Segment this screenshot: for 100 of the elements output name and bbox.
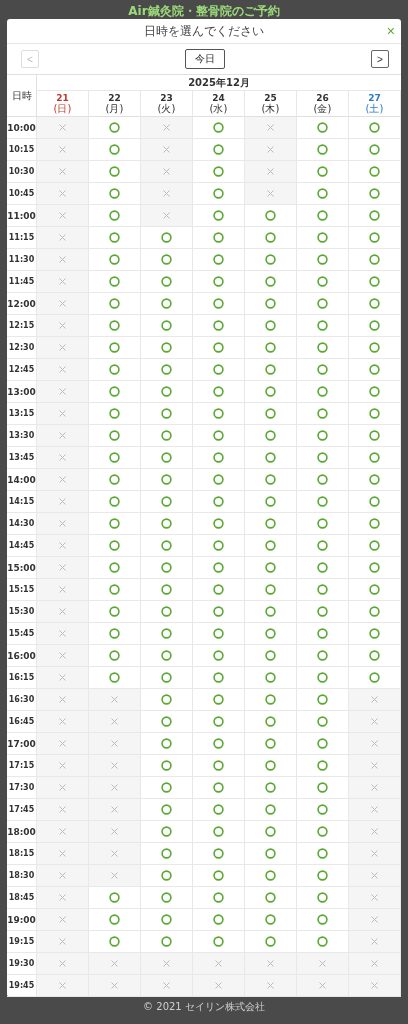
available-slot[interactable] <box>297 139 349 161</box>
available-slot[interactable] <box>141 909 193 931</box>
available-slot[interactable] <box>141 711 193 733</box>
available-slot[interactable] <box>245 293 297 315</box>
available-slot[interactable] <box>349 491 401 513</box>
available-slot[interactable] <box>245 359 297 381</box>
available-slot[interactable] <box>141 623 193 645</box>
available-slot[interactable] <box>245 227 297 249</box>
available-slot[interactable] <box>193 645 245 667</box>
available-slot[interactable] <box>349 139 401 161</box>
available-slot[interactable] <box>245 403 297 425</box>
available-slot[interactable] <box>297 557 349 579</box>
available-slot[interactable] <box>141 249 193 271</box>
available-slot[interactable] <box>297 381 349 403</box>
available-slot[interactable] <box>193 777 245 799</box>
available-slot[interactable] <box>193 601 245 623</box>
available-slot[interactable] <box>297 667 349 689</box>
available-slot[interactable] <box>193 205 245 227</box>
available-slot[interactable] <box>141 425 193 447</box>
available-slot[interactable] <box>297 161 349 183</box>
available-slot[interactable] <box>245 271 297 293</box>
available-slot[interactable] <box>349 513 401 535</box>
available-slot[interactable] <box>89 645 141 667</box>
available-slot[interactable] <box>89 513 141 535</box>
available-slot[interactable] <box>89 491 141 513</box>
available-slot[interactable] <box>297 513 349 535</box>
available-slot[interactable] <box>89 381 141 403</box>
available-slot[interactable] <box>89 579 141 601</box>
available-slot[interactable] <box>89 315 141 337</box>
available-slot[interactable] <box>193 799 245 821</box>
available-slot[interactable] <box>193 293 245 315</box>
available-slot[interactable] <box>89 249 141 271</box>
available-slot[interactable] <box>193 227 245 249</box>
available-slot[interactable] <box>297 645 349 667</box>
available-slot[interactable] <box>193 513 245 535</box>
available-slot[interactable] <box>245 843 297 865</box>
available-slot[interactable] <box>349 117 401 139</box>
available-slot[interactable] <box>245 623 297 645</box>
available-slot[interactable] <box>193 667 245 689</box>
available-slot[interactable] <box>245 557 297 579</box>
available-slot[interactable] <box>297 249 349 271</box>
available-slot[interactable] <box>245 381 297 403</box>
available-slot[interactable] <box>141 381 193 403</box>
available-slot[interactable] <box>193 337 245 359</box>
available-slot[interactable] <box>89 425 141 447</box>
available-slot[interactable] <box>297 205 349 227</box>
available-slot[interactable] <box>349 249 401 271</box>
available-slot[interactable] <box>141 557 193 579</box>
available-slot[interactable] <box>297 337 349 359</box>
available-slot[interactable] <box>297 117 349 139</box>
available-slot[interactable] <box>349 557 401 579</box>
available-slot[interactable] <box>89 227 141 249</box>
available-slot[interactable] <box>245 865 297 887</box>
available-slot[interactable] <box>245 601 297 623</box>
available-slot[interactable] <box>349 623 401 645</box>
available-slot[interactable] <box>193 359 245 381</box>
available-slot[interactable] <box>141 887 193 909</box>
available-slot[interactable] <box>349 183 401 205</box>
available-slot[interactable] <box>141 227 193 249</box>
available-slot[interactable] <box>245 337 297 359</box>
available-slot[interactable] <box>245 887 297 909</box>
available-slot[interactable] <box>297 271 349 293</box>
available-slot[interactable] <box>245 755 297 777</box>
available-slot[interactable] <box>193 447 245 469</box>
available-slot[interactable] <box>141 337 193 359</box>
available-slot[interactable] <box>141 799 193 821</box>
available-slot[interactable] <box>89 623 141 645</box>
next-week-button[interactable]: > <box>371 50 389 68</box>
available-slot[interactable] <box>245 249 297 271</box>
available-slot[interactable] <box>245 315 297 337</box>
available-slot[interactable] <box>141 667 193 689</box>
available-slot[interactable] <box>141 491 193 513</box>
available-slot[interactable] <box>89 557 141 579</box>
available-slot[interactable] <box>193 381 245 403</box>
available-slot[interactable] <box>349 205 401 227</box>
available-slot[interactable] <box>141 403 193 425</box>
available-slot[interactable] <box>141 315 193 337</box>
available-slot[interactable] <box>245 645 297 667</box>
available-slot[interactable] <box>297 293 349 315</box>
available-slot[interactable] <box>141 447 193 469</box>
available-slot[interactable] <box>193 535 245 557</box>
available-slot[interactable] <box>297 469 349 491</box>
available-slot[interactable] <box>141 271 193 293</box>
available-slot[interactable] <box>193 865 245 887</box>
available-slot[interactable] <box>193 315 245 337</box>
available-slot[interactable] <box>193 755 245 777</box>
available-slot[interactable] <box>141 755 193 777</box>
available-slot[interactable] <box>89 403 141 425</box>
available-slot[interactable] <box>141 733 193 755</box>
available-slot[interactable] <box>297 403 349 425</box>
available-slot[interactable] <box>297 579 349 601</box>
available-slot[interactable] <box>245 447 297 469</box>
available-slot[interactable] <box>89 535 141 557</box>
available-slot[interactable] <box>193 711 245 733</box>
available-slot[interactable] <box>141 865 193 887</box>
available-slot[interactable] <box>193 689 245 711</box>
available-slot[interactable] <box>89 601 141 623</box>
available-slot[interactable] <box>141 777 193 799</box>
available-slot[interactable] <box>349 535 401 557</box>
available-slot[interactable] <box>349 315 401 337</box>
